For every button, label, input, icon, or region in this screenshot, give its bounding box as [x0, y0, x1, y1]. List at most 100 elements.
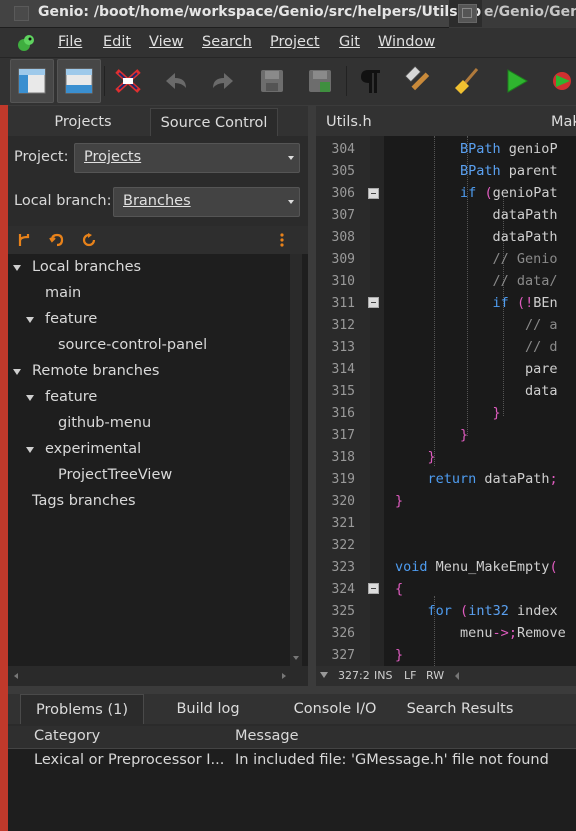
window-tab[interactable]: Genio: /boot/home/workspace/Genio/src/he…: [0, 0, 491, 28]
window-zoom-button[interactable]: [458, 4, 477, 23]
code-line[interactable]: if (genioPat: [395, 185, 558, 201]
left-panel-tabs: Projects Source Control: [8, 106, 308, 136]
project-panel-icon: [18, 68, 46, 94]
tree-item-experimental[interactable]: experimental: [45, 441, 141, 457]
tab-projects[interactable]: Projects: [8, 108, 158, 136]
code-line[interactable]: if (!BEn: [395, 295, 558, 311]
undo-button[interactable]: [154, 59, 198, 103]
expand-triangle-icon[interactable]: [26, 395, 34, 401]
refresh-icon[interactable]: [81, 232, 97, 248]
code-line[interactable]: {: [395, 581, 403, 597]
other-window-tab[interactable]: e/Genio/Genio: [482, 0, 576, 27]
code-line[interactable]: }: [395, 493, 403, 509]
column-header-category[interactable]: Category: [34, 728, 100, 744]
menu-view[interactable]: View: [149, 34, 183, 50]
code-line[interactable]: menu->;Remove: [395, 625, 566, 641]
redo-button[interactable]: [201, 59, 245, 103]
expand-triangle-icon[interactable]: [26, 317, 34, 323]
tree-item-feature[interactable]: feature: [45, 311, 97, 327]
code-line[interactable]: pare: [395, 361, 558, 377]
tree-item-remote-feature[interactable]: feature: [45, 389, 97, 405]
code-line[interactable]: void Menu_MakeEmpty(: [395, 559, 558, 575]
code-line[interactable]: // d: [395, 339, 558, 355]
code-line[interactable]: for (int32 index: [395, 603, 558, 619]
scroll-right-icon[interactable]: [280, 672, 288, 680]
tab-utils-h[interactable]: Utils.h: [326, 108, 372, 136]
tree-horizontal-scrollbar[interactable]: [8, 666, 308, 686]
toggle-projects-panel-button[interactable]: [10, 59, 54, 103]
expand-triangle-icon[interactable]: [26, 447, 34, 453]
local-branch-select[interactable]: Branches: [113, 187, 300, 217]
editor-tabs: Utils.h Mak: [316, 106, 576, 136]
build-button[interactable]: [397, 59, 441, 103]
switch-branch-icon[interactable]: [49, 232, 65, 248]
save-button[interactable]: [250, 59, 294, 103]
clean-button[interactable]: [446, 59, 490, 103]
window-close-button[interactable]: [14, 6, 29, 21]
tree-item-tags-branches[interactable]: Tags branches: [32, 493, 136, 509]
run-icon: [507, 69, 528, 93]
code-line[interactable]: // Genio: [395, 251, 558, 267]
project-select[interactable]: Projects: [74, 143, 300, 173]
problems-table[interactable]: Lexical or Preprocessor I... In included…: [8, 749, 576, 831]
scroll-down-icon[interactable]: [292, 654, 300, 662]
tab-makefile[interactable]: Mak: [551, 108, 576, 136]
save-all-button[interactable]: [298, 59, 342, 103]
code-line[interactable]: dataPath: [395, 229, 558, 245]
chevron-down-icon[interactable]: [319, 671, 329, 679]
code-line[interactable]: dataPath: [395, 207, 558, 223]
toggle-output-panel-button[interactable]: [57, 59, 101, 103]
code-line[interactable]: BPath genioP: [395, 141, 558, 157]
menu-file[interactable]: File: [58, 34, 82, 50]
code-line[interactable]: BPath parent: [395, 163, 558, 179]
menu-window[interactable]: Window: [378, 34, 435, 50]
git-branch-icon[interactable]: [16, 232, 32, 248]
tab-source-control[interactable]: Source Control: [150, 108, 278, 136]
save-icon: [261, 70, 283, 92]
tree-item-remote-branches[interactable]: Remote branches: [32, 363, 159, 379]
code-line[interactable]: }: [395, 427, 468, 443]
menu-project[interactable]: Project: [270, 34, 320, 50]
scroll-left-icon[interactable]: [453, 671, 461, 681]
window-title-bar[interactable]: Genio: /boot/home/workspace/Genio/src/he…: [0, 0, 576, 28]
tab-search-results[interactable]: Search Results: [400, 694, 520, 724]
code-text[interactable]: BPath genioP BPath parent if (genioPat d…: [316, 136, 576, 666]
tree-item-source-control-panel[interactable]: source-control-panel: [58, 337, 207, 353]
show-whitespace-button[interactable]: [348, 59, 392, 103]
more-options-icon[interactable]: [279, 232, 285, 248]
menu-edit[interactable]: Edit: [103, 34, 131, 50]
code-line[interactable]: data: [395, 383, 558, 399]
code-editor[interactable]: 304 305 306 307 308 309 310 311 312 313 …: [316, 136, 576, 666]
code-line[interactable]: }: [395, 449, 436, 465]
expand-triangle-icon[interactable]: [13, 369, 21, 375]
code-line[interactable]: }: [395, 647, 403, 663]
problem-message: In included file: 'GMessage.h' file not …: [235, 752, 549, 768]
code-line[interactable]: }: [395, 405, 501, 421]
tab-build-log[interactable]: Build log: [152, 694, 264, 724]
scroll-left-icon[interactable]: [12, 672, 20, 680]
code-line[interactable]: // a: [395, 317, 558, 333]
tree-vertical-scrollbar[interactable]: [290, 254, 302, 666]
toolbar-separator: [346, 66, 347, 96]
tab-problems[interactable]: Problems (1): [20, 694, 144, 724]
menu-search[interactable]: Search: [202, 34, 252, 50]
column-header-message[interactable]: Message: [235, 728, 299, 744]
tree-item-main[interactable]: main: [45, 285, 81, 301]
toolbar-separator: [104, 66, 105, 96]
tree-item-github-menu[interactable]: github-menu: [58, 415, 151, 431]
menu-bar: File Edit View Search Project Git Window: [0, 28, 576, 58]
run-button[interactable]: [494, 59, 538, 103]
tab-console-io[interactable]: Console I/O: [272, 694, 398, 724]
build-icon: [404, 66, 430, 91]
code-line[interactable]: return dataPath;: [395, 471, 558, 487]
focus-mode-button[interactable]: [106, 59, 150, 103]
genio-app-icon[interactable]: [16, 33, 36, 53]
menu-git[interactable]: Git: [339, 34, 360, 50]
output-panel: Problems (1) Build log Console I/O Searc…: [8, 694, 576, 831]
branch-tree[interactable]: Local branches main feature source-contr…: [8, 254, 308, 666]
code-line[interactable]: // data/: [395, 273, 558, 289]
tree-item-local-branches[interactable]: Local branches: [32, 259, 141, 275]
expand-triangle-icon[interactable]: [13, 265, 21, 271]
debug-button[interactable]: [540, 59, 576, 103]
tree-item-projecttreeview[interactable]: ProjectTreeView: [58, 467, 172, 483]
